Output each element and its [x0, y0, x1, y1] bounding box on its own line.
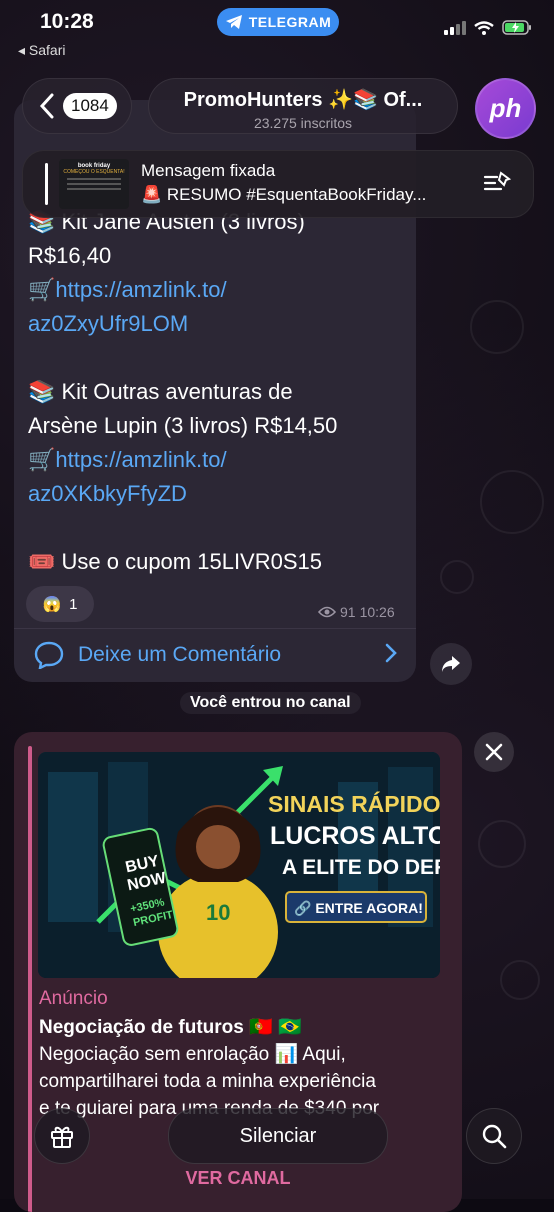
ad-artwork: BUY NOW +350% PROFIT! 10 SINAIS RÁPIDOS.… — [38, 752, 440, 978]
ad-label: Anúncio — [39, 988, 108, 1009]
subscriber-count: 23.275 inscritos — [253, 115, 353, 131]
close-ad-button[interactable] — [474, 732, 514, 772]
message-line — [28, 511, 408, 545]
ad-accent-bar — [28, 746, 32, 1212]
status-bar: 10:28 ◂ Safari TELEGRAM — [0, 0, 554, 60]
chevron-left-icon — [39, 93, 54, 119]
avatar-logo: ph — [489, 93, 522, 123]
comment-bubble-icon — [34, 641, 64, 669]
forward-arrow-icon — [442, 656, 460, 672]
ad-headline-2: LUCROS ALTOS. — [270, 822, 440, 850]
view-channel-button[interactable]: VER CANAL — [14, 1168, 462, 1189]
message-line: Arsène Lupin (3 livros) R$14,50 — [28, 413, 338, 438]
ad-image[interactable]: BUY NOW +350% PROFIT! 10 SINAIS RÁPIDOS.… — [38, 752, 440, 978]
telegram-pill-label: TELEGRAM — [248, 14, 332, 30]
pinned-label: Mensagem fixada — [141, 161, 276, 180]
ad-title: Negociação de futuros 🇵🇹 🇧🇷 — [39, 1017, 302, 1038]
pinned-message-bar[interactable]: book friday COMEÇOU O ESQUENTA! Mensagem… — [22, 150, 534, 218]
system-icons — [444, 20, 532, 35]
telegram-pill[interactable]: TELEGRAM — [217, 8, 339, 36]
pinned-indicator — [45, 163, 48, 205]
pinned-thumbnail: book friday COMEÇOU O ESQUENTA! — [59, 159, 129, 209]
message-line: 🎟️ Use o cupom 15LIVR0S15 — [28, 549, 322, 574]
unread-count-badge: 1084 — [63, 93, 117, 119]
message-time: 10:26 — [359, 604, 395, 620]
search-icon — [482, 1124, 507, 1149]
gift-button[interactable] — [34, 1108, 90, 1164]
cart-emoji: 🛒 — [28, 277, 56, 302]
chevron-right-icon — [385, 643, 397, 663]
pinned-text: 🚨 RESUMO #EsquentaBookFriday... — [141, 185, 427, 204]
message-meta: 91 10:26 — [318, 604, 395, 620]
product-link[interactable]: https://amzlink.to/ — [55, 277, 226, 302]
message-line: 🛒https://amzlink.to/ — [28, 443, 408, 477]
close-icon — [485, 743, 503, 761]
back-button[interactable]: 1084 — [22, 78, 132, 134]
ad-body-line: compartilharei toda a minha experiência — [39, 1071, 376, 1092]
product-link[interactable]: az0ZxyUfr9LOM — [28, 307, 408, 341]
leave-comment-button[interactable]: Deixe um Comentário — [34, 638, 404, 672]
comment-label: Deixe um Comentário — [78, 643, 282, 666]
ad-body-line: Negociação sem enrolação 📊 Aqui, — [39, 1044, 346, 1065]
message-line: R$16,40 — [28, 243, 112, 268]
back-to-safari[interactable]: ◂ Safari — [18, 42, 66, 59]
ad-headline-1: SINAIS RÁPIDOS. — [268, 790, 440, 817]
wifi-icon — [474, 20, 494, 35]
message-text: 📚 Kit Jane Austen (3 livros) R$16,40 🛒ht… — [28, 205, 408, 579]
channel-title: PromoHunters ✨📚 Of... — [183, 89, 423, 111]
message-line — [28, 341, 408, 375]
message-line: 🛒https://amzlink.to/ — [28, 273, 408, 307]
pinned-list-icon[interactable] — [483, 171, 511, 195]
search-button[interactable] — [466, 1108, 522, 1164]
reaction-emoji: 😱 — [42, 596, 62, 613]
clock: 10:28 — [40, 10, 94, 33]
product-link[interactable]: az0XKbkyFfyZD — [28, 477, 408, 511]
telegram-icon — [225, 15, 242, 29]
eye-icon — [318, 606, 336, 618]
view-count: 91 — [340, 604, 356, 620]
thumb-subtitle: COMEÇOU O ESQUENTA! — [63, 169, 125, 175]
channel-header[interactable]: PromoHunters ✨📚 Of... 23.275 inscritos — [148, 78, 458, 134]
ad-headline-3: A ELITE DO DEFI. — [282, 856, 440, 879]
ad-image-button: 🔗 ENTRE AGORA! — [294, 899, 423, 917]
cart-emoji: 🛒 — [28, 447, 56, 472]
reaction-chip[interactable]: 😱 1 — [26, 586, 94, 622]
jersey-number: 10 — [206, 900, 230, 925]
forward-button[interactable] — [430, 643, 472, 685]
reaction-count: 1 — [69, 595, 78, 613]
joined-channel-notice: Você entrou no canal — [180, 692, 361, 714]
comment-divider — [14, 628, 416, 629]
mute-button[interactable]: Silenciar — [168, 1108, 388, 1164]
product-link[interactable]: https://amzlink.to/ — [55, 447, 226, 472]
battery-charging-icon — [502, 20, 531, 35]
message-line: 📚 Kit Outras aventuras de — [28, 379, 293, 404]
gift-icon — [51, 1126, 73, 1148]
cellular-signal-icon — [444, 20, 466, 35]
channel-avatar[interactable]: ph — [475, 78, 536, 139]
